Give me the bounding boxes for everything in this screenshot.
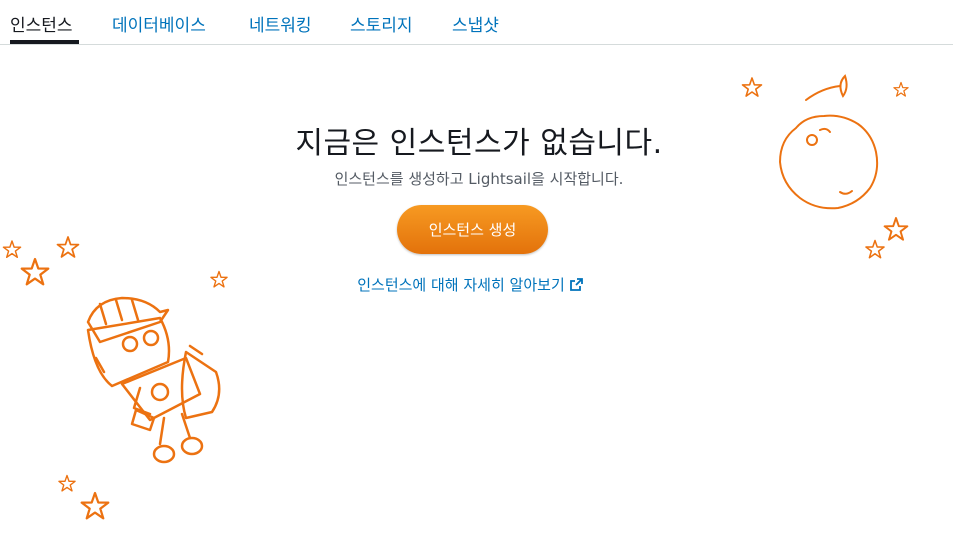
decorative-illustration — [2, 74, 909, 520]
tab-storage[interactable]: 스토리지 — [350, 11, 413, 36]
astronaut-robot-illustration — [86, 296, 221, 464]
star-icon — [741, 77, 763, 97]
empty-state-title: 지금은 인스턴스가 없습니다. — [295, 126, 663, 161]
create-instance-button[interactable]: 인스턴스 생성 — [397, 205, 548, 254]
star-icon — [2, 240, 22, 259]
star-icon — [865, 239, 885, 259]
learn-more-label: 인스턴스에 대해 자세히 알아보기 — [357, 276, 565, 294]
active-tab-indicator — [10, 40, 79, 44]
empty-state-subtitle: 인스턴스를 생성하고 Lightsail을 시작합니다. — [334, 170, 624, 188]
tab-networking[interactable]: 네트워킹 — [249, 11, 312, 36]
tab-databases[interactable]: 데이터베이스 — [112, 11, 206, 36]
external-link-icon — [569, 277, 583, 295]
star-icon — [883, 217, 909, 241]
star-icon — [56, 236, 80, 258]
star-icon — [80, 491, 110, 520]
tab-bar: 인스턴스 데이터베이스 네트워킹 스토리지 스냅샷 — [0, 0, 953, 45]
learn-more-link[interactable]: 인스턴스에 대해 자세히 알아보기 — [0, 274, 940, 295]
star-icon — [893, 81, 909, 97]
tab-instances[interactable]: 인스턴스 — [10, 11, 73, 36]
tab-snapshots[interactable]: 스냅샷 — [452, 11, 499, 36]
star-icon — [58, 474, 76, 492]
